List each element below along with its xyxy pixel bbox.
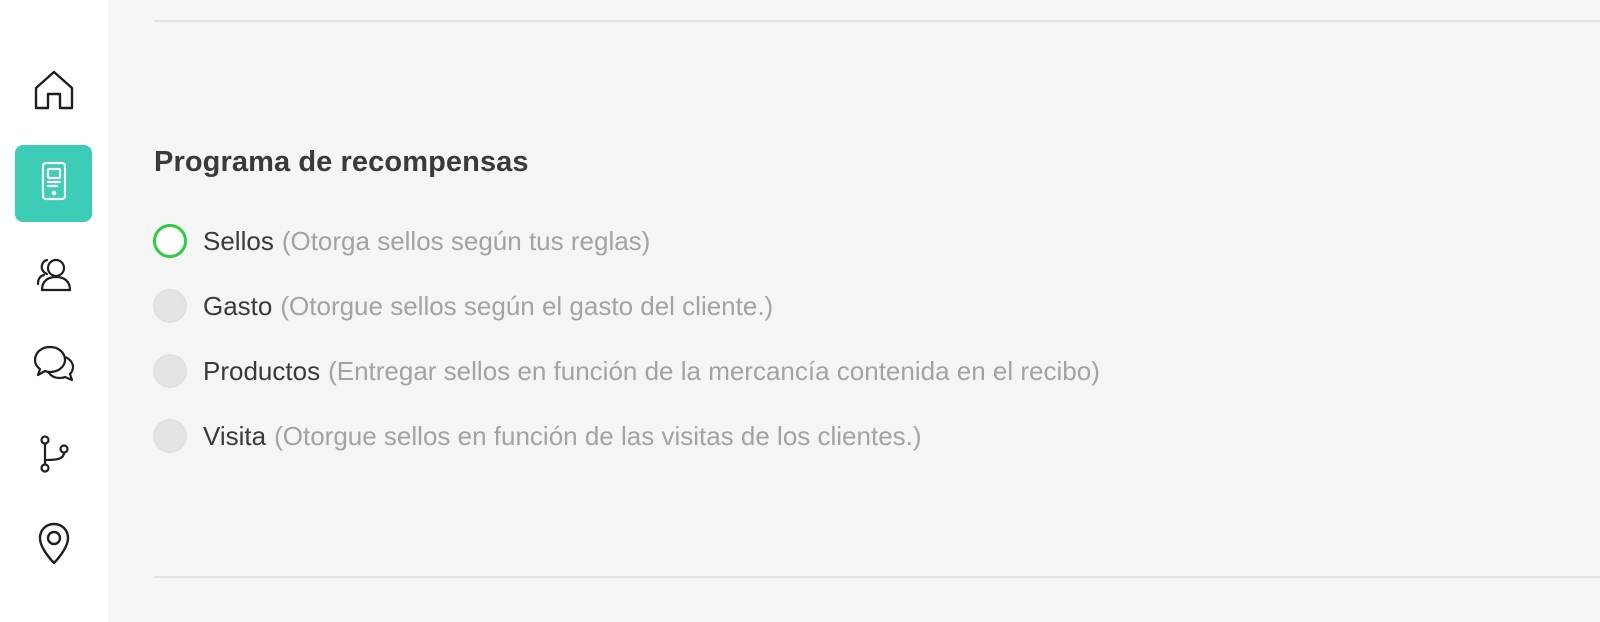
radio-option-visita[interactable]: Visita (Otorgue sellos en función de las… (153, 416, 922, 456)
sidebar-item-loyalty-card[interactable] (15, 145, 92, 222)
radio-button[interactable] (153, 419, 187, 453)
sidebar-item-home[interactable] (15, 54, 92, 131)
sidebar-item-integrations[interactable] (15, 418, 92, 495)
home-icon (30, 66, 78, 119)
app: Programa de recompensas Sellos (Otorga s… (0, 0, 1600, 622)
divider (154, 576, 1600, 578)
option-description: (Otorgue sellos según el gasto del clien… (280, 290, 774, 321)
main-content: Programa de recompensas Sellos (Otorga s… (108, 0, 1600, 622)
card-device-icon (30, 157, 78, 210)
option-description: (Otorgue sellos en función de las visita… (274, 420, 922, 451)
option-label: Productos (203, 355, 321, 386)
radio-option-sellos[interactable]: Sellos (Otorga sellos según tus reglas) (153, 221, 650, 261)
chat-bubbles-icon (30, 339, 78, 392)
radio-button[interactable] (153, 354, 187, 388)
location-pin-icon (30, 519, 78, 572)
option-label: Sellos (203, 225, 274, 256)
option-label: Visita (203, 420, 267, 451)
sidebar-item-messages[interactable] (15, 327, 92, 404)
option-description: (Otorga sellos según tus reglas) (281, 225, 651, 256)
radio-button[interactable] (153, 289, 187, 323)
users-icon (30, 248, 78, 301)
branch-icon (30, 430, 78, 483)
option-description: (Entregar sellos en función de la mercan… (328, 355, 1100, 386)
section-title: Programa de recompensas (154, 146, 529, 178)
sidebar (0, 0, 108, 622)
radio-option-productos[interactable]: Productos (Entregar sellos en función de… (153, 351, 1100, 391)
option-label: Gasto (203, 290, 273, 321)
sidebar-item-locations[interactable] (15, 507, 92, 584)
sidebar-item-customers[interactable] (15, 236, 92, 313)
radio-option-gasto[interactable]: Gasto (Otorgue sellos según el gasto del… (153, 286, 773, 326)
divider (154, 20, 1600, 22)
radio-button-checked[interactable] (153, 224, 187, 258)
